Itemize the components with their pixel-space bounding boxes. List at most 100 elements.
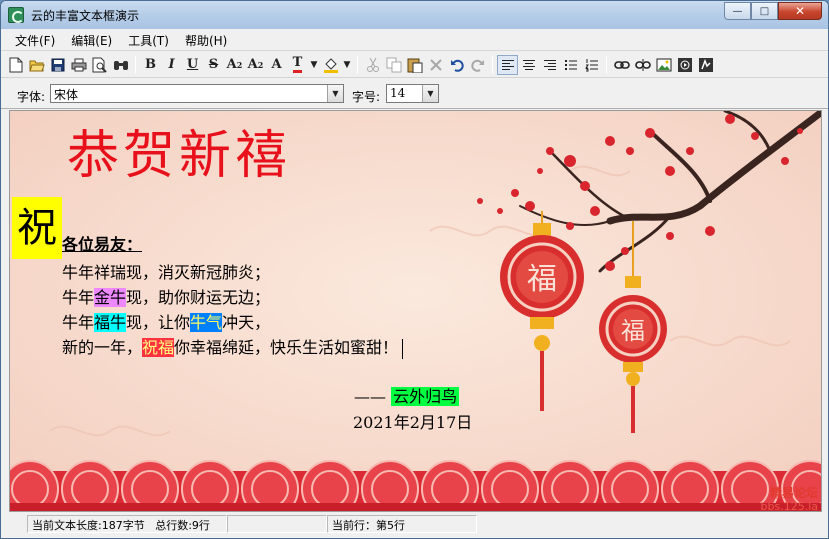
menu-tools[interactable]: 工具(T) xyxy=(120,30,177,49)
align-left-icon[interactable] xyxy=(497,54,518,75)
font-bar: 字体: 宋体 ▼ 字号: 14 ▼ xyxy=(1,79,828,109)
font-value: 宋体 xyxy=(54,88,79,102)
rich-text-editor[interactable]: 福 福 恭贺新禧 祝 各位易友： 牛年祥瑞现，消灭新冠肺炎； 牛年金牛现，助你财… xyxy=(9,110,822,512)
big-character: 祝 xyxy=(12,197,62,259)
forum-watermark: 精易论坛 bbs.125.la xyxy=(761,486,818,514)
cut-icon[interactable] xyxy=(362,55,383,75)
menu-file[interactable]: 文件(F) xyxy=(7,30,63,49)
print-preview-icon[interactable] xyxy=(89,55,110,75)
size-value: 14 xyxy=(390,86,406,100)
underline-button[interactable]: U xyxy=(182,55,203,75)
open-folder-icon[interactable] xyxy=(26,55,47,75)
unlink-icon[interactable] xyxy=(632,55,653,75)
subscript-button[interactable]: A2 xyxy=(245,55,266,75)
text-line: 新的一年，祝福你幸福绵延，快乐生活如蜜甜！ xyxy=(62,336,404,360)
toolbar-separator xyxy=(606,55,607,74)
lantern-small-char: 福 xyxy=(621,317,645,345)
menu-bar: 文件(F) 编辑(E) 工具(T) 帮助(H) xyxy=(1,29,828,51)
text-color-icon: T xyxy=(292,56,303,73)
toolbar: B I U S A2 A2 A T ▼ ▼ xyxy=(1,52,828,78)
undo-icon[interactable] xyxy=(446,55,467,75)
text-line: 牛年祥瑞现，消灭新冠肺炎； xyxy=(62,261,270,285)
find-icon[interactable] xyxy=(110,55,131,75)
fill-color-dropdown-icon[interactable]: ▼ xyxy=(341,55,353,75)
status-length: 当前文本长度:187字节 总行数:9行 xyxy=(27,515,227,533)
font-button[interactable]: A xyxy=(266,55,287,75)
text-color-button[interactable]: T xyxy=(287,55,308,75)
watermark-main: 精易论坛 xyxy=(769,486,818,500)
menu-edit[interactable]: 编辑(E) xyxy=(63,30,120,49)
menu-help[interactable]: 帮助(H) xyxy=(177,30,235,49)
align-center-lines xyxy=(522,59,535,70)
signature-line: —— 云外归鸟 xyxy=(354,383,460,407)
highlight-pink: 金牛 xyxy=(94,288,127,307)
line-text: 牛年祥瑞现，消灭新冠肺炎； xyxy=(62,263,271,282)
font-combo[interactable]: 宋体 ▼ xyxy=(50,84,344,103)
status-blank xyxy=(227,515,327,533)
fill-color-button[interactable] xyxy=(320,55,341,75)
text-color-dropdown-icon[interactable]: ▼ xyxy=(308,55,320,75)
strikethrough-button[interactable]: S xyxy=(203,55,224,75)
print-icon[interactable] xyxy=(68,55,89,75)
greeting-title: 恭贺新禧 xyxy=(67,126,292,186)
toolbar-separator xyxy=(492,55,493,74)
signature-dash: —— xyxy=(354,387,386,406)
redo-icon[interactable] xyxy=(467,55,488,75)
line-text: 现，让你 xyxy=(126,313,191,332)
text-line: 牛年福牛现，让你牛气冲天， xyxy=(62,311,270,335)
align-center-icon[interactable] xyxy=(518,55,539,75)
insert-object-icon[interactable] xyxy=(695,55,716,75)
app-icon xyxy=(8,7,24,23)
line-text: 新的一年， xyxy=(62,338,143,357)
superscript-button[interactable]: A2 xyxy=(224,55,245,75)
line-text: 现，助你财运无边； xyxy=(126,288,271,307)
paste-icon[interactable] xyxy=(404,55,425,75)
align-right-icon[interactable] xyxy=(539,55,560,75)
text-caret xyxy=(402,338,404,359)
status-length-text: 当前文本长度:187字节 xyxy=(32,519,145,532)
status-line-count: 总行数:9行 xyxy=(155,519,210,532)
line-text: 牛年 xyxy=(62,313,95,332)
italic-button[interactable]: I xyxy=(161,55,182,75)
new-file-icon[interactable] xyxy=(5,55,26,75)
link-icon[interactable] xyxy=(611,55,632,75)
size-label: 字号: xyxy=(352,90,381,104)
window-title: 云的丰富文本框演示 xyxy=(31,9,140,23)
bullet-list-icon[interactable] xyxy=(560,55,581,75)
status-current-line: 当前行：第5行 xyxy=(327,515,477,533)
line-text: 牛年 xyxy=(62,288,95,307)
superscript-letter: A xyxy=(226,57,237,72)
insert-media-icon[interactable] xyxy=(674,55,695,75)
lantern-big-char: 福 xyxy=(527,262,557,297)
insert-image-icon[interactable] xyxy=(653,55,674,75)
app-window: 云的丰富文本框演示 — □ ✕ 文件(F) 编辑(E) 工具(T) 帮助(H) xyxy=(0,0,829,539)
date: 2021年2月17日 xyxy=(353,413,473,432)
title-bar[interactable]: 云的丰富文本框演示 — □ ✕ xyxy=(1,1,828,29)
minimize-button[interactable]: — xyxy=(724,2,751,20)
chevron-down-icon[interactable]: ▼ xyxy=(327,85,343,102)
window-controls: — □ ✕ xyxy=(724,2,822,20)
watermark-url: bbs.125.la xyxy=(760,500,818,513)
copy-icon[interactable] xyxy=(383,55,404,75)
superscript-mark: 2 xyxy=(236,59,243,70)
delete-icon[interactable] xyxy=(425,55,446,75)
chevron-down-icon[interactable]: ▼ xyxy=(422,85,438,102)
toolbar-separator xyxy=(357,55,358,74)
subscript-letter: A xyxy=(247,57,258,72)
subscript-mark: 2 xyxy=(257,59,264,70)
numbered-list-icon[interactable] xyxy=(581,55,602,75)
bold-button[interactable]: B xyxy=(140,55,161,75)
salutation: 各位易友： xyxy=(62,235,143,254)
align-left-lines xyxy=(501,59,514,70)
close-button[interactable]: ✕ xyxy=(778,2,822,20)
maximize-button[interactable]: □ xyxy=(751,2,778,20)
toolbar-separator xyxy=(135,55,136,74)
highlight-cyan: 福牛 xyxy=(94,313,127,332)
highlight-red: 祝福 xyxy=(142,338,175,357)
save-icon[interactable] xyxy=(47,55,68,75)
line-text: 冲天， xyxy=(222,313,271,332)
size-combo[interactable]: 14 ▼ xyxy=(386,84,439,103)
align-right-lines xyxy=(543,59,556,70)
highlight-blue: 牛气 xyxy=(190,313,223,332)
signature: 云外归鸟 xyxy=(391,387,460,406)
